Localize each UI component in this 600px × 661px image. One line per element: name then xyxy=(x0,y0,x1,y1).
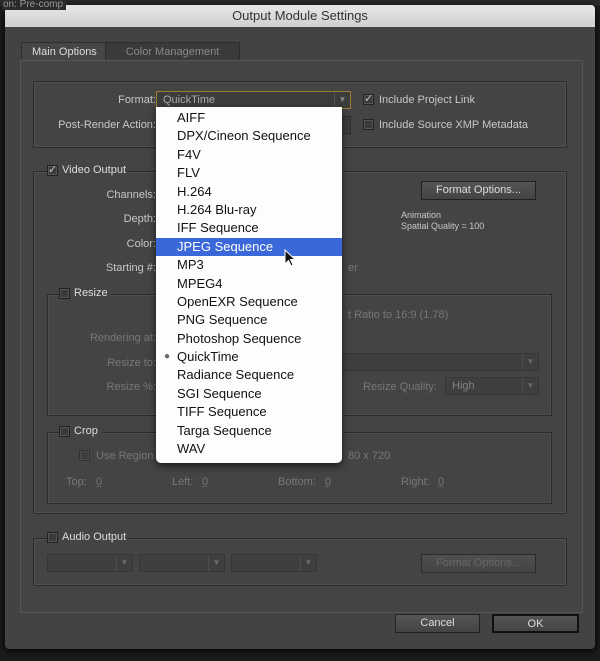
codec-label: Animation xyxy=(401,210,442,220)
format-menu-item[interactable]: MPEG4 xyxy=(156,275,342,293)
crop-top-input[interactable]: 0 xyxy=(96,476,102,488)
format-menu-item[interactable]: ● QuickTime xyxy=(156,348,342,366)
final-size-label: 80 x 720 xyxy=(348,450,391,462)
use-region-checkbox[interactable] xyxy=(79,450,90,461)
format-dropdown-menu: AIFF DPX/Cineon Sequence F4V FLV H.264 H.264 … xyxy=(156,107,342,463)
crop-right-input[interactable]: 0 xyxy=(438,476,444,488)
crop-top-label: Top: xyxy=(66,476,87,488)
video-format-options-button[interactable]: Format Options... xyxy=(421,181,536,200)
background-comp-label: on: Pre-comp xyxy=(2,0,67,10)
format-menu-item-label: FLV xyxy=(177,165,200,181)
ok-button[interactable]: OK xyxy=(492,614,579,633)
resize-checkbox[interactable] xyxy=(59,288,70,299)
format-menu-item-label: OpenEXR Sequence xyxy=(177,293,298,309)
depth-label: Depth: xyxy=(123,213,156,225)
include-project-link-label: Include Project Link xyxy=(379,94,475,106)
use-region-label: Use Region o xyxy=(96,450,163,462)
format-label: Format: xyxy=(118,94,156,106)
channels-label: Channels: xyxy=(106,189,156,201)
rendering-at-label: Rendering at: xyxy=(89,332,156,344)
audio-depth-select[interactable]: ▼ xyxy=(139,554,225,572)
crop-label: Crop xyxy=(71,425,101,437)
format-menu-item[interactable]: OpenEXR Sequence xyxy=(156,293,342,311)
audio-rate-select[interactable]: ▼ xyxy=(47,554,133,572)
format-menu-item[interactable]: F4V xyxy=(156,146,342,164)
include-project-link-checkbox[interactable] xyxy=(363,92,374,105)
format-menu-item-label: F4V xyxy=(177,146,201,162)
crop-right-label: Right: xyxy=(401,476,430,488)
starting-number-label: Starting #: xyxy=(105,262,156,274)
starting-hint: er xyxy=(348,262,358,274)
format-menu-item-label: QuickTime xyxy=(177,349,239,365)
format-menu-item[interactable]: DPX/Cineon Sequence xyxy=(156,127,342,145)
color-label: Color: xyxy=(126,238,156,250)
selected-dot-icon: ● xyxy=(164,351,171,363)
resize-to-label: Resize to: xyxy=(107,357,156,369)
format-menu-item-label: MP3 xyxy=(177,257,204,273)
chevron-down-icon: ▼ xyxy=(334,92,350,108)
chevron-down-icon: ▼ xyxy=(522,378,538,394)
dialog-title: Output Module Settings xyxy=(5,5,595,27)
format-menu-item[interactable]: TIFF Sequence xyxy=(156,403,342,421)
format-menu-item-label: H.264 xyxy=(177,183,212,199)
format-menu-item-label: TIFF Sequence xyxy=(177,404,267,420)
format-menu-item[interactable]: Photoshop Sequence xyxy=(156,330,342,348)
chevron-down-icon: ▼ xyxy=(116,555,132,571)
format-menu-item-label: MPEG4 xyxy=(177,275,223,291)
audio-output-checkbox[interactable] xyxy=(47,532,58,543)
audio-output-label: Audio Output xyxy=(59,531,130,543)
format-menu-item-label: WAV xyxy=(177,441,206,457)
format-menu-item-label: DPX/Cineon Sequence xyxy=(177,128,311,144)
chevron-down-icon: ▼ xyxy=(208,555,224,571)
cancel-button[interactable]: Cancel xyxy=(395,614,480,633)
tab-main-options[interactable]: Main Options xyxy=(21,42,108,61)
resize-label: Resize xyxy=(71,287,111,299)
tab-color-management[interactable]: Color Management xyxy=(105,42,240,61)
aspect-ratio-label: t Ratio to 16:9 (1.78) xyxy=(348,309,449,321)
format-menu-item-label: PNG Sequence xyxy=(177,312,268,328)
crop-left-input[interactable]: 0 xyxy=(202,476,208,488)
post-render-label: Post-Render Action: xyxy=(58,119,156,131)
video-output-label: Video Output xyxy=(59,164,130,176)
video-output-checkbox[interactable] xyxy=(47,163,58,176)
format-menu-item[interactable]: H.264 Blu-ray xyxy=(156,201,342,219)
format-menu-item-label: Targa Sequence xyxy=(177,422,272,438)
resize-quality-select[interactable]: High ▼ xyxy=(445,377,539,395)
format-menu-item[interactable]: PNG Sequence xyxy=(156,311,342,329)
format-menu-item[interactable]: JPEG Sequence xyxy=(156,237,342,257)
crop-left-label: Left: xyxy=(172,476,194,488)
format-menu-item[interactable]: Radiance Sequence xyxy=(156,366,342,384)
format-menu-item[interactable]: AIFF xyxy=(156,109,342,127)
format-menu-item[interactable]: MP3 xyxy=(156,256,342,274)
format-menu-item-label: SGI Sequence xyxy=(177,385,262,401)
format-value: QuickTime xyxy=(163,94,216,106)
include-xmp-label: Include Source XMP Metadata xyxy=(379,119,528,131)
chevron-down-icon: ▼ xyxy=(300,555,316,571)
audio-channels-select[interactable]: ▼ xyxy=(231,554,317,572)
resize-quality-value: High xyxy=(452,380,475,392)
format-menu-item[interactable]: H.264 xyxy=(156,183,342,201)
format-menu-item[interactable]: WAV xyxy=(156,440,342,458)
format-menu-item-label: Radiance Sequence xyxy=(177,367,295,383)
format-menu-item-label: JPEG Sequence xyxy=(177,238,274,254)
format-menu-item[interactable]: SGI Sequence xyxy=(156,385,342,403)
resize-quality-label: Resize Quality: xyxy=(363,381,437,393)
resize-percent-label: Resize %: xyxy=(106,381,156,393)
audio-format-options-button[interactable]: Format Options... xyxy=(421,554,536,573)
crop-bottom-label: Bottom: xyxy=(278,476,316,488)
format-menu-item[interactable]: Targa Sequence xyxy=(156,422,342,440)
mouse-cursor-icon xyxy=(284,249,297,267)
chevron-down-icon: ▼ xyxy=(522,354,538,370)
format-menu-item-label: H.264 Blu-ray xyxy=(177,201,257,217)
crop-checkbox[interactable] xyxy=(59,426,70,437)
quality-label: Spatial Quality = 100 xyxy=(401,221,485,231)
format-menu-item-label: Photoshop Sequence xyxy=(177,330,302,346)
format-menu-item-label: IFF Sequence xyxy=(177,220,259,236)
format-menu-item-label: AIFF xyxy=(177,110,206,125)
include-xmp-checkbox[interactable] xyxy=(363,119,374,130)
format-menu-item[interactable]: FLV xyxy=(156,164,342,182)
format-menu-item[interactable]: IFF Sequence xyxy=(156,219,342,237)
crop-bottom-input[interactable]: 0 xyxy=(325,476,331,488)
